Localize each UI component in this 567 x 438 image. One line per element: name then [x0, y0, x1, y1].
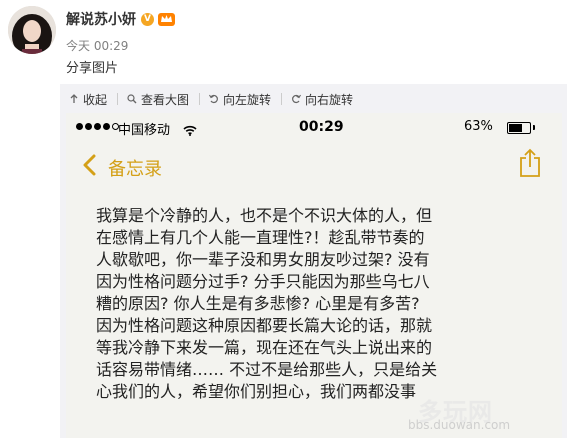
rotate-right-button[interactable]: 向右旋转: [290, 91, 353, 108]
view-large-label: 查看大图: [141, 92, 190, 107]
collapse-label: 收起: [83, 92, 108, 107]
post-timestamp[interactable]: 今天 00:29: [66, 37, 128, 54]
back-chevron-icon[interactable]: [82, 154, 96, 180]
verified-badge-icon[interactable]: V: [141, 12, 154, 26]
share-icon[interactable]: [518, 148, 542, 182]
note-line: 等我冷静下来发一篇，现在还在气头上说出来的: [96, 338, 433, 357]
post-text: 分享图片: [66, 61, 119, 76]
author-name[interactable]: 解说苏小妍: [66, 9, 136, 29]
collapse-button[interactable]: 收起: [68, 91, 107, 108]
image-toolbar: 收起 查看大图 向左旋转 向右旋转: [60, 87, 363, 111]
watermark-url: bbs.duowan.com: [408, 418, 511, 432]
zoom-icon: [126, 93, 138, 105]
collapse-icon: [68, 93, 80, 105]
author-avatar[interactable]: [8, 6, 56, 54]
note-line: 在感情上有几个人能一直理性?！趁乱带节奏的: [96, 228, 425, 247]
status-clock: 00:29: [299, 119, 344, 135]
battery-percentage: 63%: [464, 119, 493, 134]
back-button-label[interactable]: 备忘录: [108, 155, 162, 181]
rotate-right-icon: [290, 93, 302, 105]
note-line: 因为性格问题这种原因都要长篇大论的话，那就: [96, 316, 433, 335]
rotate-left-label: 向左旋转: [223, 92, 272, 107]
note-line: 我算是个冷静的人，也不是个不识大体的人，但: [96, 206, 433, 225]
view-large-button[interactable]: 查看大图: [126, 91, 189, 108]
rotate-right-label: 向右旋转: [305, 92, 354, 107]
rotate-left-icon: [208, 93, 220, 105]
ios-status-bar: 中国移动 00:29 63%: [66, 113, 562, 143]
notes-nav-bar: 备忘录: [66, 143, 562, 187]
note-line: 因为性格问题分过手? 分手只能因为那些乌七八: [96, 272, 430, 291]
wifi-icon: [183, 121, 197, 140]
toolbar-divider: [281, 93, 283, 105]
rotate-left-button[interactable]: 向左旋转: [208, 91, 271, 108]
signal-strength-icon: [76, 123, 121, 130]
shared-image[interactable]: 中国移动 00:29 63% 备忘录 我算是个冷静的人，也不是个不识大体的人，但…: [66, 113, 562, 438]
toolbar-divider: [199, 93, 201, 105]
note-line: 糟的原因? 你人生是有多悲惨? 心里是有多苦?: [96, 294, 420, 313]
carrier-name: 中国移动: [118, 123, 171, 138]
toolbar-divider: [117, 93, 119, 105]
note-line: 话容易带情绪…… 不过不是给那些人，只是给关: [96, 360, 438, 379]
note-line: 人歇歇吧，你一辈子没和男女朋友吵过架? 没有: [96, 250, 430, 269]
member-badge-icon[interactable]: [158, 12, 175, 26]
battery-icon: [507, 122, 535, 134]
note-content: 我算是个冷静的人，也不是个不识大体的人，但 在感情上有几个人能一直理性?！趁乱带…: [96, 205, 536, 403]
